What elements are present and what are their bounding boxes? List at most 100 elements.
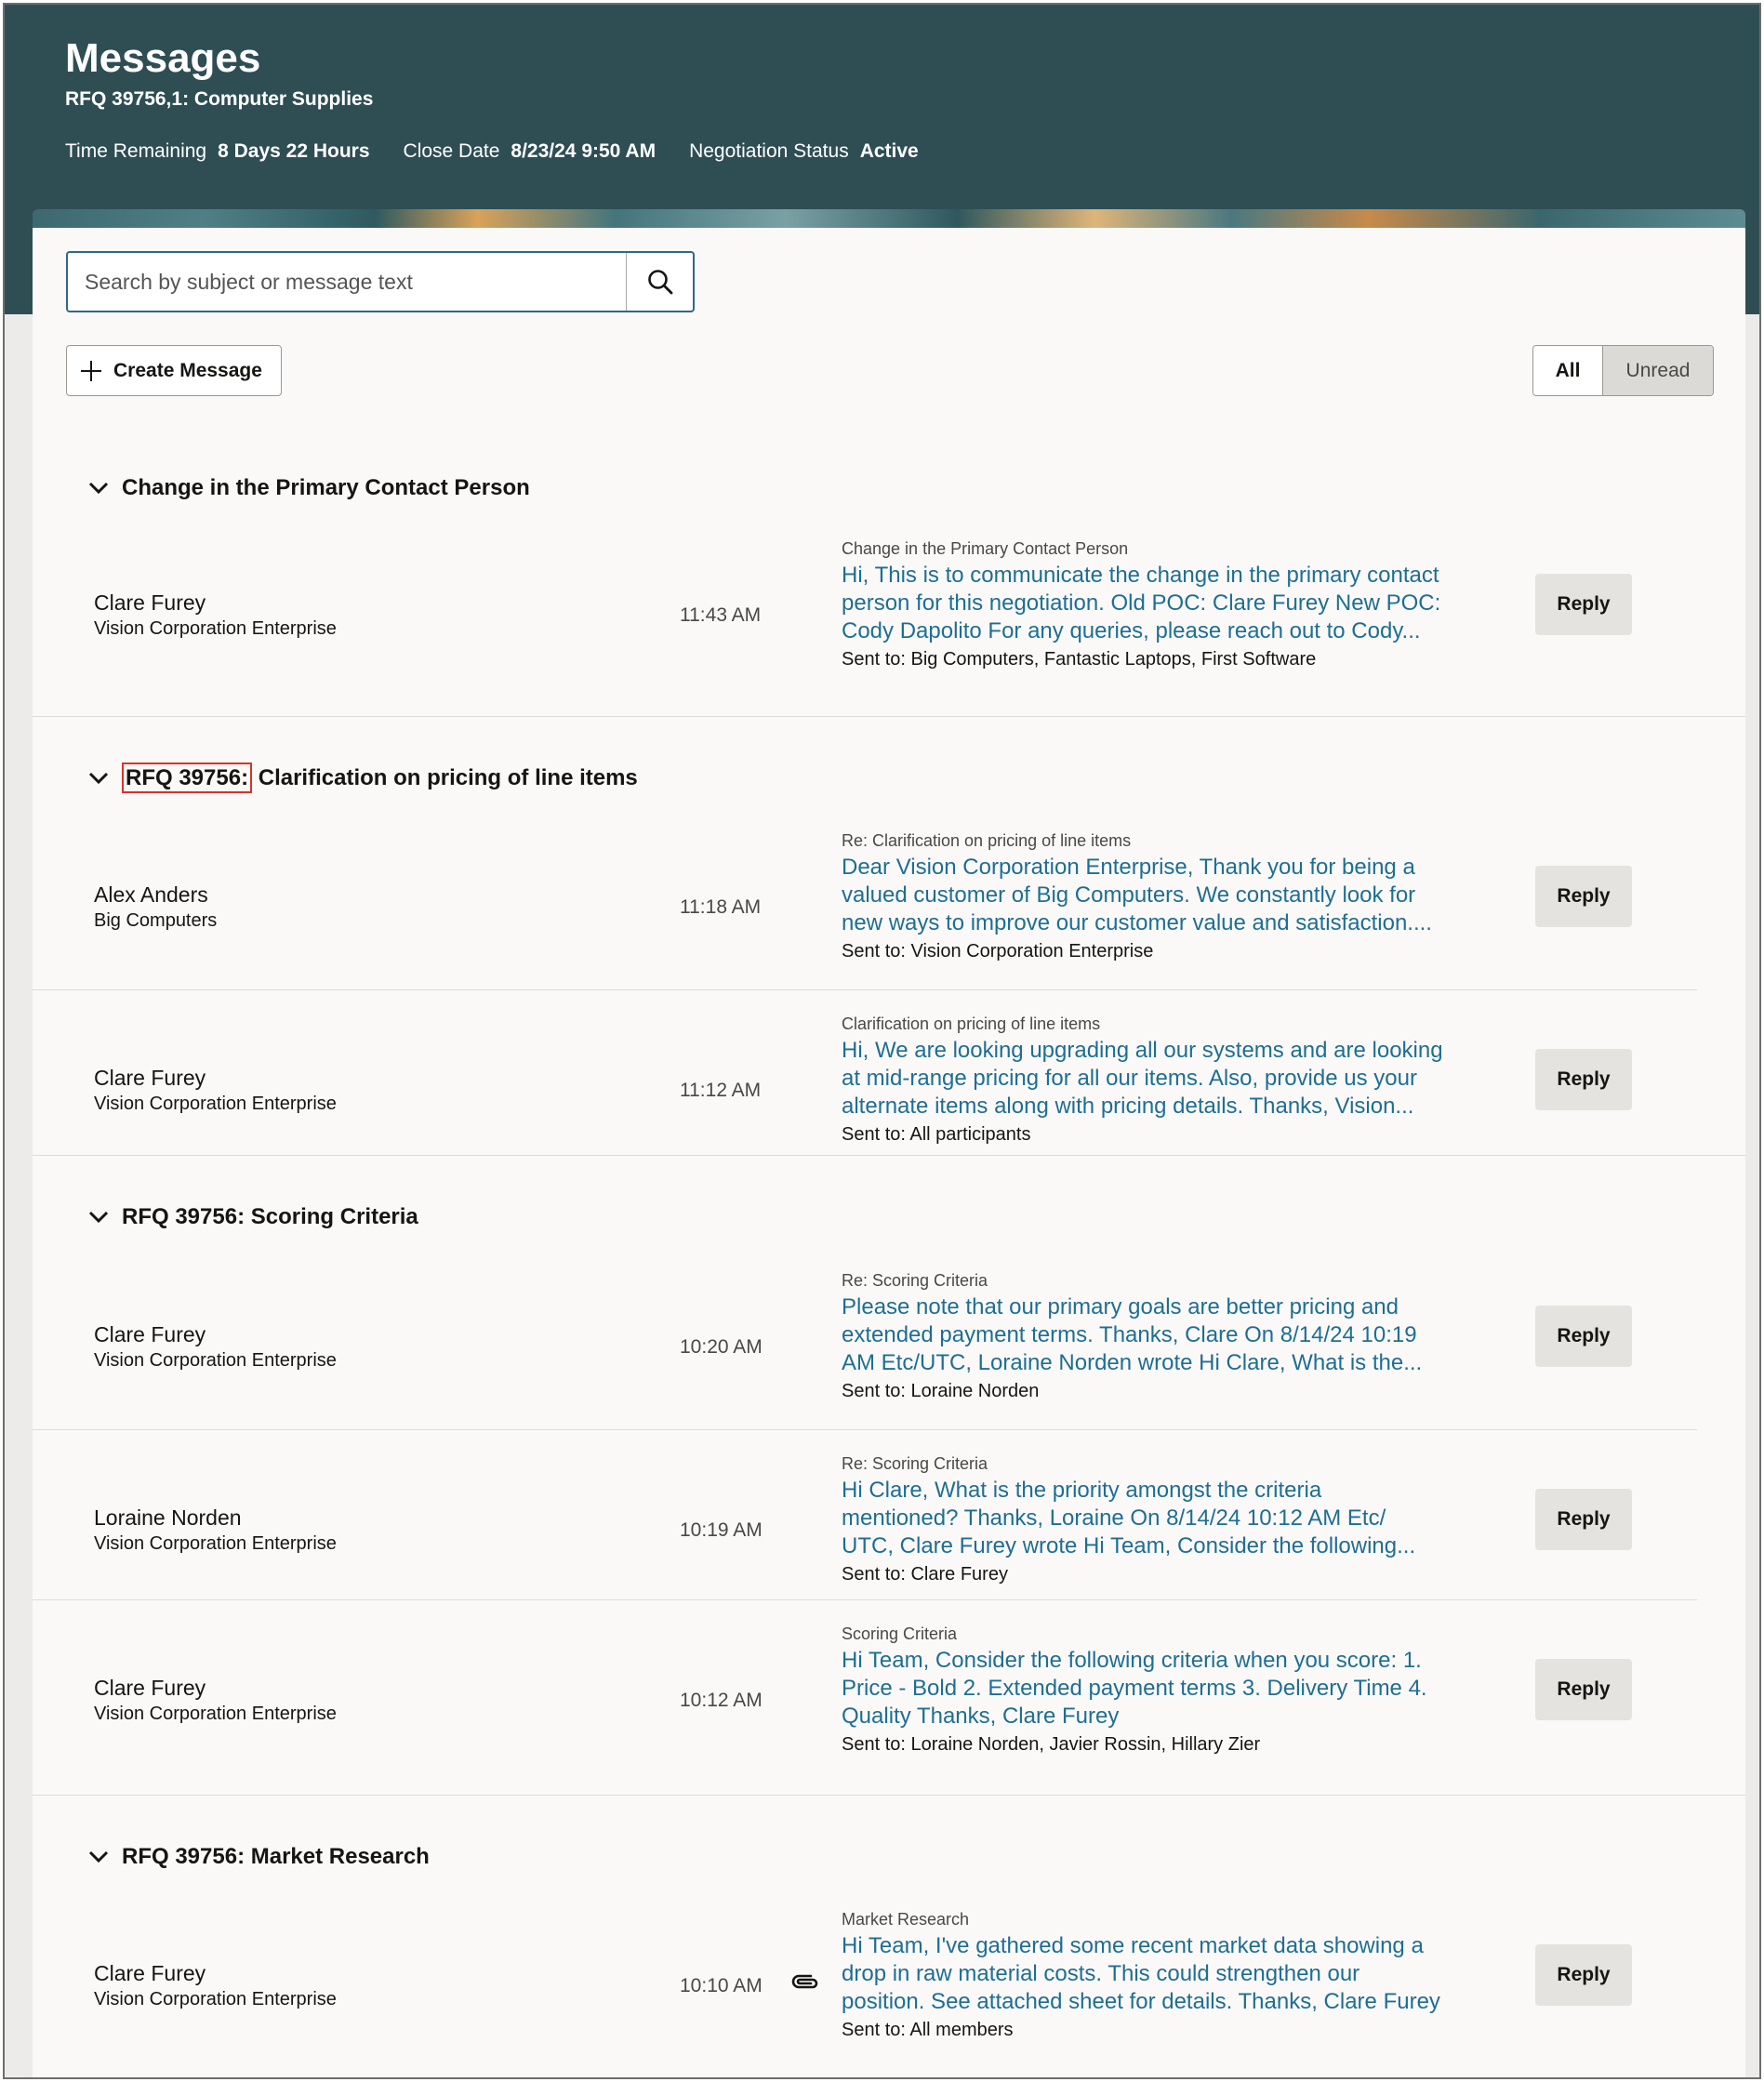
message-time: 11:18 AM (680, 896, 762, 918)
sender-org: Vision Corporation Enterprise (94, 1350, 337, 1371)
message-preview-line: valued customer of Big Computers. We con… (842, 882, 1416, 908)
reply-button[interactable]: Reply (1535, 574, 1632, 635)
sender-name: Clare Furey (94, 1676, 206, 1700)
message-subject: Change in the Primary Contact Person (842, 539, 1129, 558)
message-preview-line: Dear Vision Corporation Enterprise, Than… (842, 855, 1415, 880)
group-header[interactable]: RFQ 39756: Clarification on pricing of l… (88, 763, 638, 793)
reply-button[interactable]: Reply (1535, 1944, 1632, 2006)
message-preview-line: Hi Team, I've gathered some recent marke… (842, 1933, 1424, 1958)
chevron-down-icon (88, 772, 109, 785)
search-input[interactable] (68, 253, 626, 311)
message-preview-line: alternate items along with pricing detai… (842, 1094, 1414, 1119)
group-header[interactable]: RFQ 39756: Scoring Criteria (88, 1204, 418, 1230)
message-preview-line: Hi, This is to communicate the change in… (842, 563, 1439, 588)
message-subject: Re: Scoring Criteria (842, 1271, 988, 1290)
group-header[interactable]: RFQ 39756: Market Research (88, 1844, 430, 1870)
reply-button[interactable]: Reply (1535, 866, 1632, 927)
message-preview-line: new ways to improve our customer value a… (842, 910, 1432, 935)
read-filter-toggle: All Unread (1532, 345, 1714, 396)
message-preview-link[interactable]: Hi, We are looking upgrading all our sys… (842, 1037, 1474, 1121)
message-preview-line: extended payment terms. Thanks, Clare On… (842, 1322, 1417, 1347)
plus-icon (81, 360, 101, 381)
reply-button[interactable]: Reply (1535, 1306, 1632, 1367)
decorative-banner (33, 209, 1745, 230)
close-date-label: Close Date (403, 140, 500, 162)
sent-to: Sent to: All participants (842, 1124, 1031, 1145)
sender-name: Clare Furey (94, 1066, 206, 1090)
sender-name: Clare Furey (94, 1961, 206, 1985)
sent-to: Sent to: Big Computers, Fantastic Laptop… (842, 649, 1317, 670)
group-title-text: Clarification on pricing of line items (258, 765, 638, 790)
message-preview-line: position. See attached sheet for details… (842, 1989, 1440, 2014)
search-box (66, 251, 695, 312)
sender-name: Alex Anders (94, 882, 208, 907)
sender-name: Clare Furey (94, 1322, 206, 1346)
message-preview-line: Please note that our primary goals are b… (842, 1294, 1399, 1319)
sent-to: Sent to: Loraine Norden, Javier Rossin, … (842, 1734, 1261, 1755)
message-preview-link[interactable]: Hi Clare, What is the priority amongst t… (842, 1477, 1474, 1560)
message-time: 11:43 AM (680, 604, 762, 626)
sender-org: Vision Corporation Enterprise (94, 1533, 337, 1554)
search-button[interactable] (626, 253, 693, 311)
time-remaining-label: Time Remaining (65, 140, 207, 162)
message-subject: Market Research (842, 1910, 970, 1929)
rfq-highlight: RFQ 39756: (122, 763, 253, 793)
group-divider (33, 1795, 1745, 1796)
message-divider (33, 1429, 1697, 1430)
message-preview-link[interactable]: Hi Team, I've gathered some recent marke… (842, 1932, 1474, 2016)
group-divider (33, 716, 1745, 717)
negotiation-subtitle: RFQ 39756,1: Computer Supplies (65, 88, 374, 110)
message-time: 10:10 AM (680, 1975, 763, 1996)
chevron-down-icon (88, 1850, 109, 1863)
message-subject: Re: Scoring Criteria (842, 1454, 988, 1473)
message-time: 10:20 AM (680, 1336, 763, 1358)
create-message-button[interactable]: Create Message (66, 345, 282, 396)
message-preview-line: mentioned? Thanks, Loraine On 8/14/24 10… (842, 1505, 1386, 1531)
negotiation-status-value: Active (859, 140, 919, 162)
reply-button[interactable]: Reply (1535, 1489, 1632, 1550)
message-preview-line: Hi, We are looking upgrading all our sys… (842, 1038, 1443, 1063)
message-divider (33, 1599, 1697, 1600)
attachment-icon (790, 1970, 820, 1997)
sent-to: Sent to: Clare Furey (842, 1564, 1008, 1585)
message-time: 11:12 AM (680, 1080, 762, 1101)
message-preview-link[interactable]: Hi, This is to communicate the change in… (842, 562, 1474, 645)
group-divider (33, 1155, 1745, 1156)
page-title: Messages (65, 35, 261, 81)
chevron-down-icon (88, 482, 109, 495)
group-header[interactable]: Change in the Primary Contact Person (88, 475, 530, 501)
message-subject: Clarification on pricing of line items (842, 1014, 1101, 1033)
search-icon (647, 270, 672, 295)
message-preview-line: Price - Bold 2. Extended payment terms 3… (842, 1676, 1427, 1701)
sender-org: Vision Corporation Enterprise (94, 618, 337, 639)
message-time: 10:19 AM (680, 1519, 763, 1541)
sent-to: Sent to: Vision Corporation Enterprise (842, 941, 1154, 961)
negotiation-meta: Time Remaining 8 Days 22 Hours Close Dat… (65, 140, 952, 163)
reply-button[interactable]: Reply (1535, 1049, 1632, 1110)
filter-all-button[interactable]: All (1533, 346, 1603, 395)
sender-name: Clare Furey (94, 590, 206, 615)
message-preview-line: Cody Dapolito For any queries, please re… (842, 618, 1421, 643)
close-date-value: 8/23/24 9:50 AM (511, 140, 657, 162)
chevron-down-icon (88, 1211, 109, 1224)
reply-button[interactable]: Reply (1535, 1659, 1632, 1720)
filter-unread-button[interactable]: Unread (1603, 346, 1713, 395)
message-preview-line: at mid-range pricing for all our items. … (842, 1066, 1417, 1091)
sent-to: Sent to: Loraine Norden (842, 1381, 1040, 1401)
message-preview-line: drop in raw material costs. This could s… (842, 1961, 1360, 1986)
message-preview-line: Hi Clare, What is the priority amongst t… (842, 1478, 1322, 1503)
time-remaining-value: 8 Days 22 Hours (218, 140, 370, 162)
message-preview-line: Quality Thanks, Clare Furey (842, 1704, 1120, 1729)
create-message-label: Create Message (113, 359, 262, 381)
message-preview-link[interactable]: Dear Vision Corporation Enterprise, Than… (842, 854, 1474, 937)
group-title: RFQ 39756: Clarification on pricing of l… (122, 763, 638, 793)
sender-org: Vision Corporation Enterprise (94, 1704, 337, 1724)
app-frame: Messages RFQ 39756,1: Computer Supplies … (3, 3, 1761, 2079)
group-title: RFQ 39756: Market Research (122, 1844, 430, 1869)
message-preview-link[interactable]: Please note that our primary goals are b… (842, 1293, 1474, 1377)
message-divider (33, 989, 1697, 990)
sender-name: Loraine Norden (94, 1505, 242, 1530)
message-preview-link[interactable]: Hi Team, Consider the following criteria… (842, 1647, 1474, 1731)
message-preview-line: person for this negotiation. Old POC: Cl… (842, 590, 1441, 616)
negotiation-status-label: Negotiation Status (689, 140, 849, 162)
